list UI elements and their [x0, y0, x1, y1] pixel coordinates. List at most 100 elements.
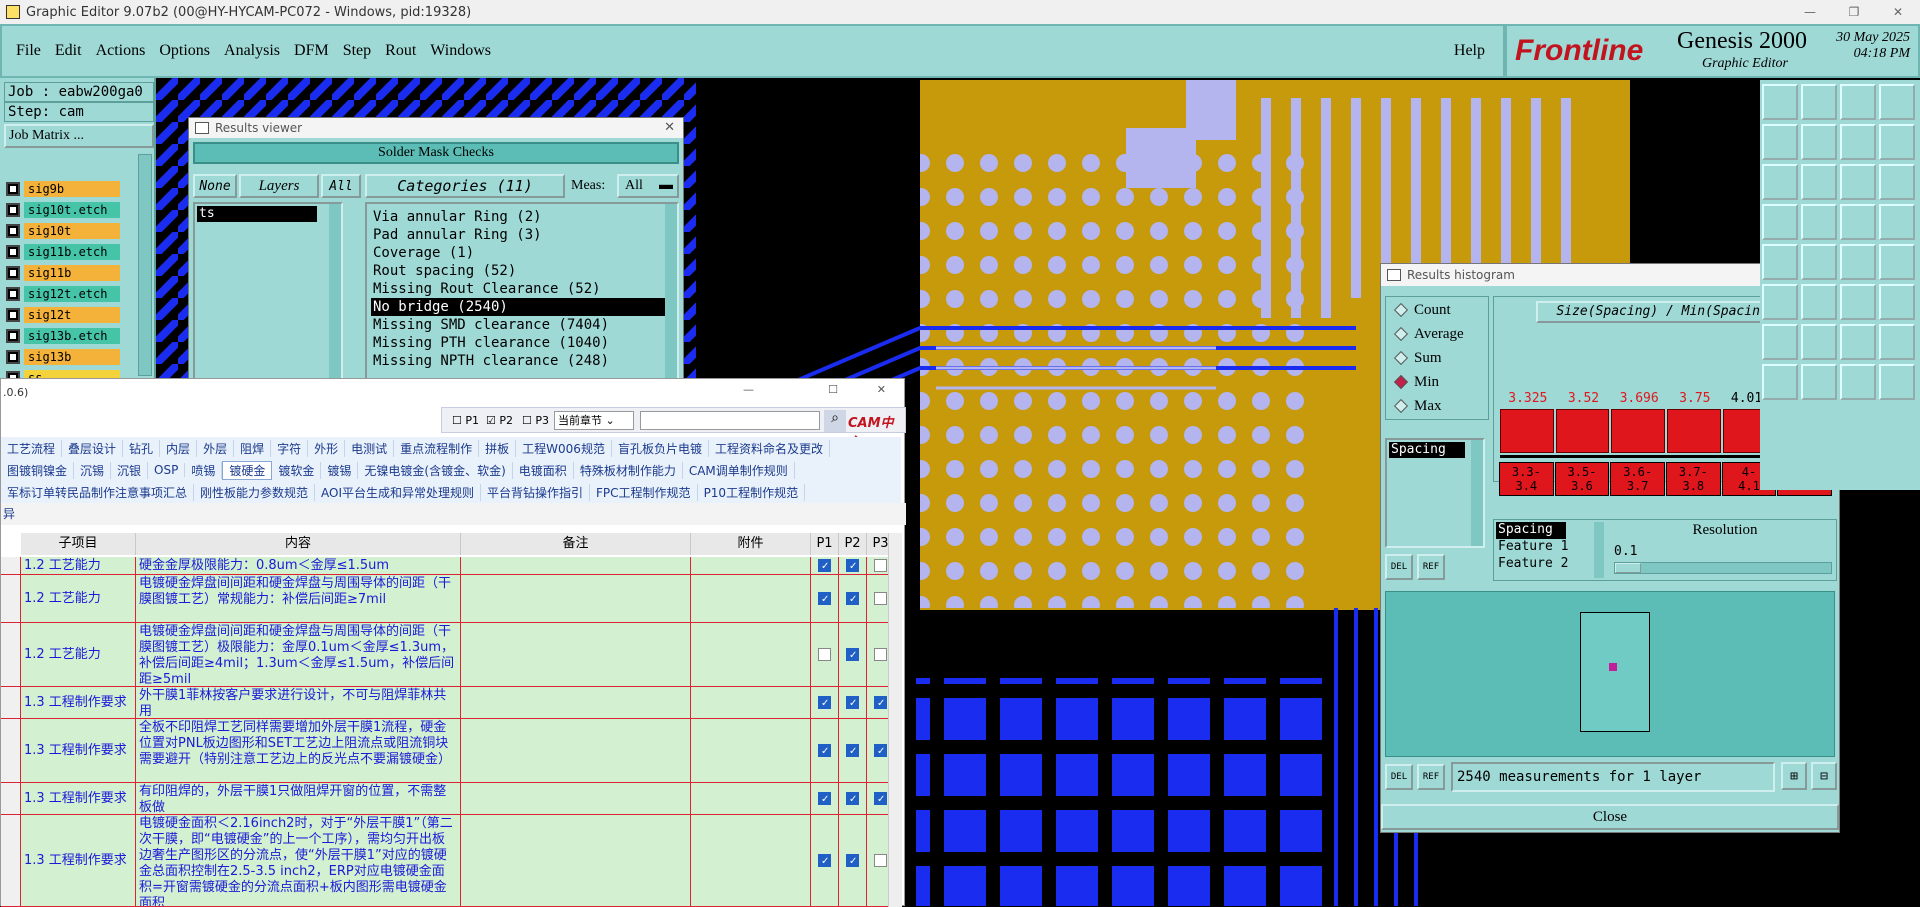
checklist-tab[interactable]: FPC工程制作规范: [590, 483, 698, 501]
categories-scrollbar[interactable]: [665, 204, 677, 382]
layer-checkbox[interactable]: [6, 350, 20, 364]
menu-actions[interactable]: Actions: [96, 42, 146, 60]
layers-icon[interactable]: [1879, 364, 1915, 400]
grid-icon[interactable]: [1801, 204, 1837, 240]
home-icon[interactable]: [1840, 84, 1876, 120]
menu-file[interactable]: File: [16, 42, 41, 60]
filter-p3[interactable]: ☐ P3: [522, 414, 549, 427]
p3-checkbox[interactable]: [874, 744, 887, 760]
grid-scrollbar[interactable]: [888, 533, 902, 907]
p3-checkbox[interactable]: [874, 854, 887, 867]
checklist-tab[interactable]: 平台背钻操作指引: [481, 483, 591, 501]
menu-dfm[interactable]: DFM: [294, 42, 329, 60]
checklist-tab[interactable]: 军标订单转民品制作注意事项汇总: [1, 483, 195, 501]
checklist-tab[interactable]: 镀软金: [272, 461, 322, 479]
checklist-tab[interactable]: 特殊板材制作能力: [574, 461, 683, 479]
layer-checkbox[interactable]: [6, 182, 20, 196]
attribute-item-spacing[interactable]: Spacing: [1389, 442, 1465, 458]
layer-name[interactable]: sig12t: [24, 307, 120, 323]
p2-checkbox[interactable]: [846, 854, 859, 870]
checklist-tab[interactable]: 阻焊: [234, 439, 272, 457]
menu-icon[interactable]: [1879, 284, 1915, 320]
option-max[interactable]: Max: [1393, 395, 1442, 417]
p1-checkbox[interactable]: [818, 559, 831, 574]
checklist-tab[interactable]: 电测试: [345, 439, 395, 457]
close-button[interactable]: Close: [1381, 804, 1839, 830]
attr-scrollbar[interactable]: [1594, 522, 1604, 578]
layer-row[interactable]: sig10t: [6, 222, 124, 240]
snap-icon[interactable]: [1762, 204, 1798, 240]
checklist-tab[interactable]: 图镀铜镍金: [1, 461, 75, 479]
layer-row[interactable]: sig11b.etch: [6, 243, 124, 261]
checklist-tab[interactable]: 工程资料命名及更改: [709, 439, 830, 457]
save-icon[interactable]: [1801, 244, 1837, 280]
layer-row[interactable]: sig12t.etch: [6, 285, 124, 303]
p1-checkbox[interactable]: [818, 648, 831, 661]
category-item[interactable]: No bridge (2540): [371, 298, 665, 316]
checklist-tab[interactable]: 叠层设计: [62, 439, 124, 457]
p2-checkbox[interactable]: [846, 592, 859, 608]
checklist-tab[interactable]: 拼板: [479, 439, 517, 457]
ref-button-2[interactable]: REF: [1417, 764, 1445, 790]
table-row[interactable]: 1.2 工艺能力 电镀硬金焊盘间间距和硬金焊盘与周围导体的间距（干膜图镀工艺）极限…: [1, 623, 895, 687]
move-icon[interactable]: [1801, 324, 1837, 360]
menu-help[interactable]: Help: [1454, 42, 1485, 60]
p1-checkbox[interactable]: [818, 696, 831, 712]
minimize-icon[interactable]: —: [743, 383, 754, 396]
attribute-scrollbar[interactable]: [1471, 440, 1483, 546]
zoom-out-icon[interactable]: ⊟: [1811, 762, 1837, 790]
option-count[interactable]: Count: [1393, 299, 1451, 321]
checklist-tab[interactable]: 外层: [197, 439, 235, 457]
checklist-tab[interactable]: 字符: [271, 439, 309, 457]
layer-list-scrollbar[interactable]: [138, 154, 152, 376]
row-gutter[interactable]: [1, 815, 21, 906]
column-header[interactable]: 附件: [691, 533, 811, 555]
meas-dropdown[interactable]: All ▬: [617, 174, 679, 198]
p2-checkbox[interactable]: [846, 648, 859, 664]
category-item[interactable]: Pad annular Ring (3): [371, 226, 665, 244]
menu-analysis[interactable]: Analysis: [224, 42, 280, 60]
layer-icon[interactable]: [1840, 204, 1876, 240]
list-icon[interactable]: [1879, 84, 1915, 120]
p3-checkbox[interactable]: [874, 592, 887, 605]
category-item[interactable]: Coverage (1): [371, 244, 665, 262]
scale-icon[interactable]: [1840, 324, 1876, 360]
layer-name[interactable]: sig10t.etch: [24, 202, 120, 218]
row-gutter[interactable]: [1, 783, 21, 814]
export-icon[interactable]: [1801, 284, 1837, 320]
column-header[interactable]: 子项目: [21, 533, 136, 555]
column-header[interactable]: 内容: [136, 533, 461, 555]
checklist-tab[interactable]: 刚性板能力参数规范: [194, 483, 316, 501]
zoom-in-icon[interactable]: ⊞: [1781, 762, 1807, 790]
table-row[interactable]: 1.3 工程制作要求 全板不印阻焊工艺同样需要增加外层干膜1流程，硬金位置对PNL…: [1, 719, 895, 783]
resolution-slider[interactable]: [1614, 562, 1832, 574]
scope-select[interactable]: 当前章节 ⌄: [554, 411, 634, 430]
table-row[interactable]: 1.3 工程制作要求 有印阻焊的，外层干膜1只做阻焊开窗的位置，不需整板做: [1, 783, 895, 815]
close-icon[interactable]: ✕: [1876, 0, 1920, 24]
layers-button[interactable]: Layers: [239, 174, 319, 198]
checklist-tab[interactable]: 内层: [160, 439, 198, 457]
p2-checkbox[interactable]: [846, 744, 859, 760]
p3-checkbox[interactable]: [874, 792, 887, 808]
p1-checkbox[interactable]: [818, 792, 831, 808]
export-icon[interactable]: [1801, 124, 1837, 160]
search-icon[interactable]: ⌕: [824, 410, 846, 432]
del-button-2[interactable]: DEL: [1385, 764, 1413, 790]
histogram-bar[interactable]: [1611, 409, 1665, 453]
menu-step[interactable]: Step: [343, 42, 371, 60]
row-gutter[interactable]: [1, 623, 21, 686]
attribute-name[interactable]: Feature 1: [1496, 539, 1592, 556]
resolution-slider-handle[interactable]: [1615, 563, 1641, 573]
checklist-tab[interactable]: 镀硬金: [222, 460, 273, 480]
open-icon[interactable]: [1762, 244, 1798, 280]
save-icon[interactable]: [1801, 84, 1837, 120]
table-row[interactable]: 1.2 工艺能力 硬金金厚极限能力：0.8um＜金厚≤1.5um: [1, 557, 895, 575]
layer-checkbox[interactable]: [6, 308, 20, 322]
row-gutter[interactable]: [1, 719, 21, 782]
option-min[interactable]: Min: [1393, 371, 1439, 393]
checklist-tab[interactable]: CAM调单制作规则: [683, 461, 795, 479]
category-item[interactable]: Missing NPTH clearance (248): [371, 352, 665, 370]
checklist-tab[interactable]: 电镀面积: [513, 461, 574, 479]
p1-checkbox[interactable]: [818, 592, 831, 608]
option-sum[interactable]: Sum: [1393, 347, 1442, 369]
